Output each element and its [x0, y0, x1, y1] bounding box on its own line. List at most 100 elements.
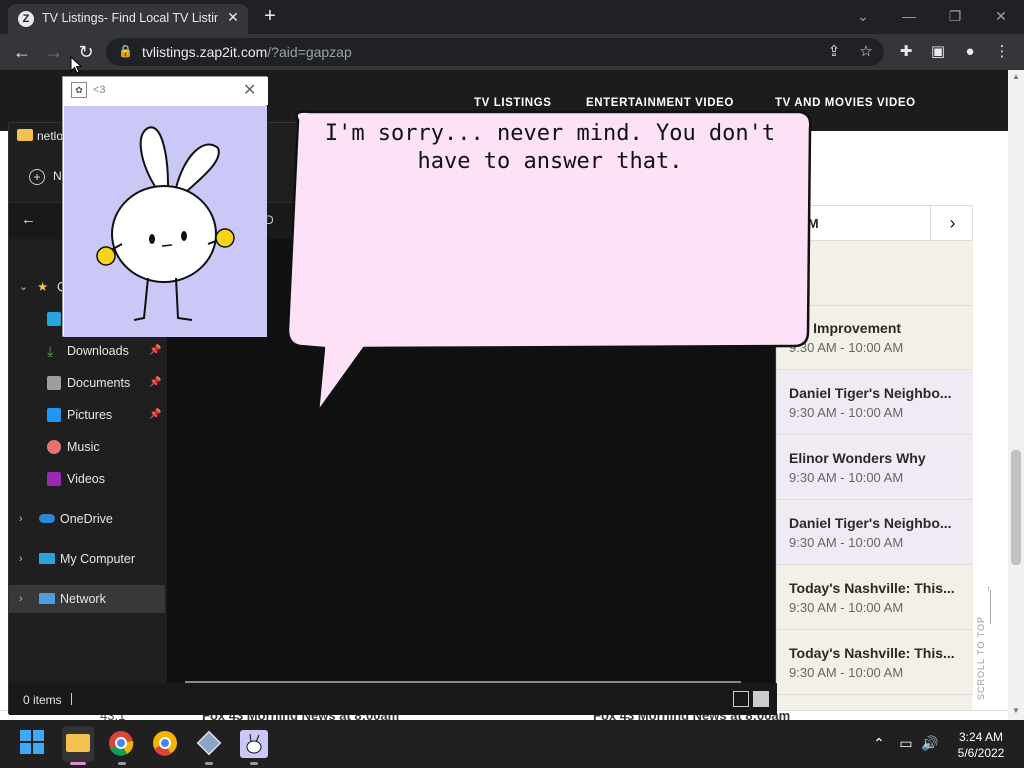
scrollbar-thumb[interactable]	[1011, 450, 1021, 565]
system-clock[interactable]: 3:24 AM 5/6/2022	[946, 729, 1016, 761]
clock-date: 5/6/2022	[957, 746, 1005, 760]
running-app-indicator	[118, 762, 126, 765]
pin-icon: 📌	[149, 377, 162, 388]
listing-cell[interactable]: Today's Nashville: This... 9:30 AM - 10:…	[777, 566, 973, 630]
scroll-to-top[interactable]: ↑ SCROLL TO TOP	[976, 584, 1006, 720]
share-icon[interactable]: ⇪	[822, 40, 846, 64]
nav-music[interactable]: Music	[9, 433, 167, 461]
nav-onedrive[interactable]: › OneDrive	[9, 505, 167, 533]
browser-tab[interactable]: Z TV Listings- Find Local TV Listing ✕	[8, 4, 248, 34]
video-icon	[47, 472, 61, 486]
bunny-character-icon[interactable]	[64, 106, 267, 337]
explorer-back-icon[interactable]: ←	[21, 211, 36, 228]
new-plus-icon[interactable]: +	[29, 169, 45, 185]
expand-chevron-icon[interactable]: ›	[19, 545, 23, 573]
url-path: /?aid=gapzap	[267, 44, 352, 60]
desktop-pet-taskbar-icon[interactable]	[240, 730, 268, 758]
pin-icon: 📌	[149, 409, 162, 420]
listing-cell[interactable]: Elinor Wonders Why 9:30 AM - 10:00 AM	[777, 436, 973, 500]
chrome-beta-icon[interactable]	[152, 730, 180, 758]
restore-button[interactable]: ❐	[940, 4, 970, 28]
bookmark-star-icon[interactable]: ☆	[854, 40, 878, 64]
network-app-icon[interactable]	[196, 730, 224, 758]
chrome-icon[interactable]	[108, 730, 136, 758]
show-time: 9:30 AM - 10:00 AM	[789, 405, 904, 420]
volume-icon[interactable]: 🔊	[921, 734, 939, 752]
folder-icon	[17, 129, 33, 141]
tiles-view-icon[interactable]	[753, 691, 769, 707]
nav-label: Network	[60, 592, 106, 606]
address-bar[interactable]: 🔒 tvlistings.zap2it.com/?aid=gapzap ⇪ ☆	[106, 38, 884, 66]
show-time: 9:30 AM - 10:00 AM	[789, 340, 904, 355]
explorer-status-bar: 0 items	[9, 683, 777, 715]
nav-label: Music	[67, 440, 100, 454]
page-scrollbar[interactable]: ▲ ▼	[1008, 70, 1024, 720]
close-tab-icon[interactable]: ✕	[224, 8, 242, 26]
status-divider	[71, 693, 72, 705]
show-title: Today's Nashville: This...	[789, 580, 955, 596]
desktop-icon	[47, 312, 61, 326]
details-view-icon[interactable]	[733, 691, 749, 707]
pet-title-bar[interactable]: ✿ <3 ✕	[63, 77, 268, 105]
show-time: 9:30 AM - 10:00 AM	[789, 600, 904, 615]
scroll-down-icon[interactable]: ▼	[1012, 706, 1020, 715]
nav-label: Documents	[67, 376, 131, 390]
pet-canvas	[64, 106, 267, 337]
nav-label: OneDrive	[60, 512, 113, 526]
nav-network[interactable]: › Network	[9, 585, 165, 613]
listing-cell[interactable]: Daniel Tiger's Neighbo... 9:30 AM - 10:0…	[777, 501, 973, 565]
picture-icon	[47, 408, 61, 422]
display-icon[interactable]: ▭	[897, 734, 915, 752]
zap2it-favicon-icon: Z	[18, 11, 34, 27]
expand-chevron-icon[interactable]: ›	[19, 585, 23, 613]
expand-chevron-icon[interactable]: ›	[19, 505, 23, 533]
folder-icon	[66, 734, 90, 752]
nav-videos[interactable]: Videos	[9, 465, 167, 493]
speech-bubble: I'm sorry... never mind. You don't have …	[282, 106, 816, 418]
item-count: 0 items	[23, 693, 62, 707]
music-icon	[47, 440, 61, 454]
file-explorer-taskbar-button[interactable]	[62, 726, 94, 762]
explorer-tab-title[interactable]: netlo	[37, 129, 63, 143]
running-app-indicator	[250, 762, 258, 765]
mouse-cursor-icon	[70, 56, 82, 74]
close-window-button[interactable]: ✕	[986, 4, 1016, 28]
listing-cell[interactable]: Today's Nashville: This... 9:30 AM - 10:…	[777, 631, 973, 695]
url-host: tvlistings.zap2it.com	[142, 44, 268, 60]
download-icon: ⤓	[47, 343, 54, 359]
nav-downloads[interactable]: ⤓ Downloads 📌	[9, 337, 167, 365]
profile-avatar-icon[interactable]: ●	[958, 40, 982, 64]
nav-my-computer[interactable]: › My Computer	[9, 545, 167, 573]
running-app-indicator	[205, 762, 213, 765]
desktop-pet-window[interactable]: ✿ <3 ✕	[62, 76, 268, 337]
next-time-chevron-icon[interactable]: ›	[930, 206, 974, 242]
cloud-icon	[39, 514, 55, 523]
more-menu-icon[interactable]: ⋮	[990, 40, 1014, 64]
nav-label: My Computer	[60, 552, 136, 566]
network-icon	[39, 593, 55, 604]
document-icon	[47, 376, 61, 390]
nav-label: Downloads	[67, 344, 129, 358]
show-title: Elinor Wonders Why	[789, 450, 926, 466]
start-windows-icon[interactable]	[20, 730, 48, 758]
star-icon: ★	[37, 280, 49, 294]
back-arrow-icon[interactable]: ←	[10, 40, 34, 64]
minimize-button[interactable]: —	[894, 4, 924, 28]
new-button-label[interactable]: N	[53, 169, 62, 183]
pet-close-icon[interactable]: ✕	[243, 80, 256, 100]
side-panel-icon[interactable]: ▣	[926, 40, 950, 64]
browser-toolbar: ← → ↻ 🔒 tvlistings.zap2it.com/?aid=gapza…	[0, 34, 1024, 70]
tab-search-chevron-icon[interactable]: ⌄	[848, 4, 878, 28]
speech-bubble-text: I'm sorry... never mind. You don't have …	[324, 121, 776, 174]
forward-arrow-icon[interactable]: →	[42, 40, 66, 64]
expand-chevron-icon[interactable]: ⌄	[19, 273, 28, 301]
lock-icon[interactable]: 🔒	[118, 44, 133, 60]
show-hidden-icons-chevron-icon[interactable]: ⌃	[870, 734, 888, 752]
new-tab-button[interactable]: +	[258, 4, 282, 28]
nav-pictures[interactable]: Pictures 📌	[9, 401, 167, 429]
scroll-up-icon[interactable]: ▲	[1012, 72, 1020, 81]
active-app-indicator	[70, 762, 86, 765]
extensions-puzzle-icon[interactable]: ✚	[894, 40, 918, 64]
windows-taskbar: ⌃ ▭ 🔊 3:24 AM 5/6/2022	[0, 720, 1024, 768]
nav-documents[interactable]: Documents 📌	[9, 369, 167, 397]
